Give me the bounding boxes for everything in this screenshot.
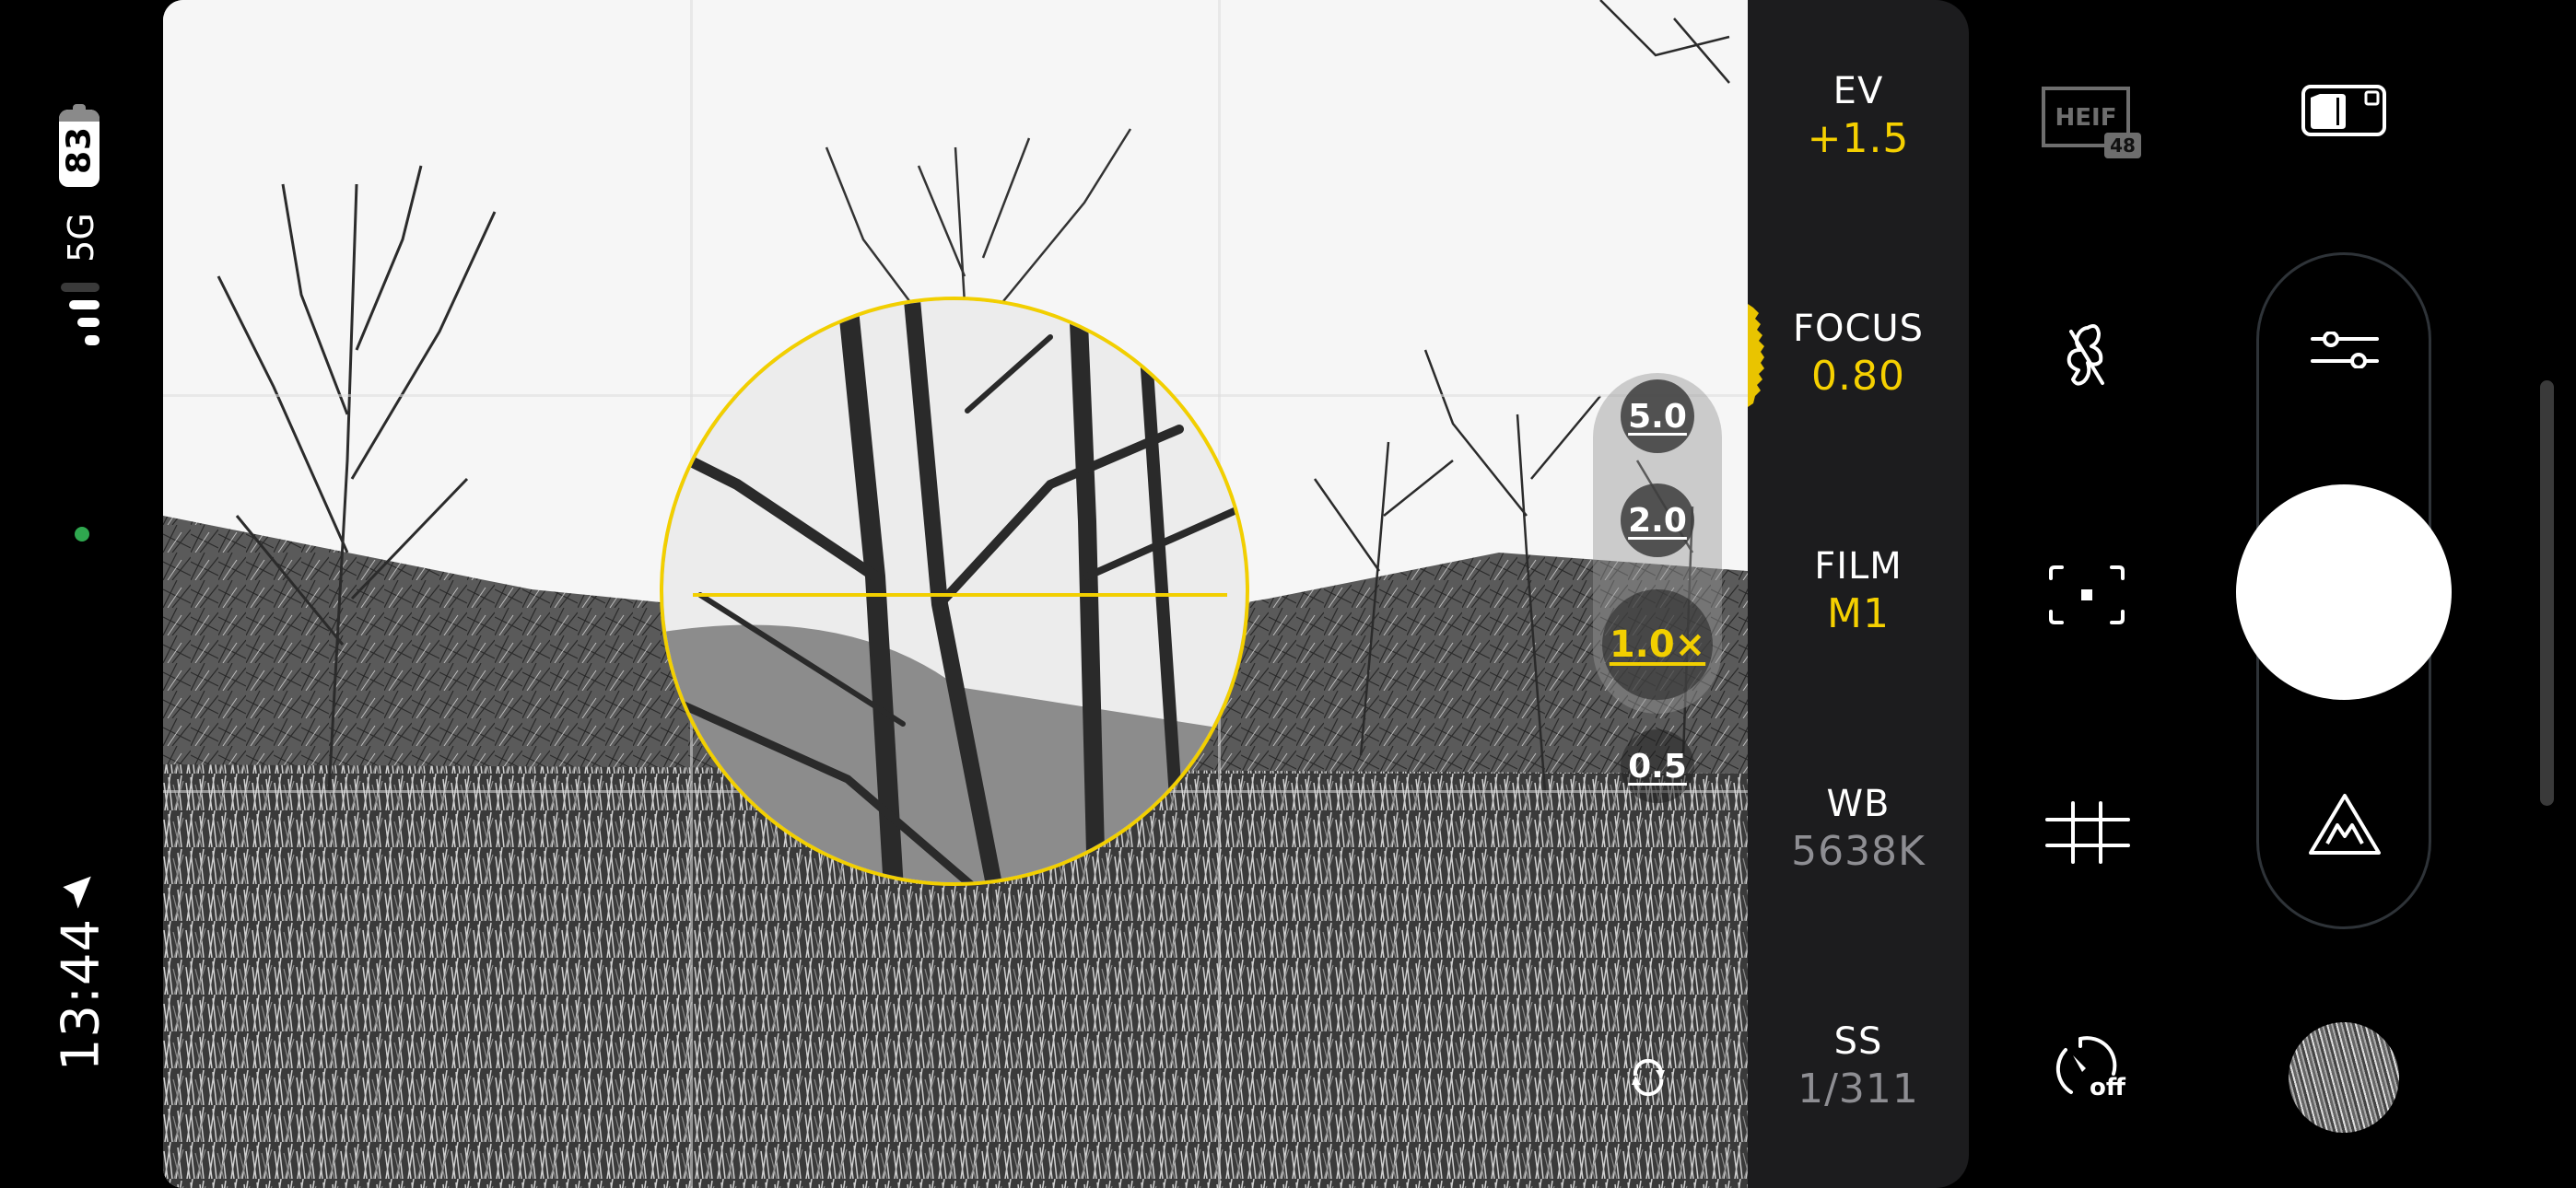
- last-photo-thumbnail[interactable]: [2289, 1022, 2399, 1133]
- sliders-icon[interactable]: [2311, 332, 2379, 368]
- zoom-5x-button[interactable]: 5.0: [1621, 379, 1694, 453]
- ss-label: SS: [1833, 1020, 1883, 1063]
- viewfinder[interactable]: 5.0 2.0 1.0× 0.5: [163, 0, 1748, 1188]
- signal-bars-icon: [61, 283, 100, 345]
- network-type: 5G: [61, 213, 101, 262]
- film-control[interactable]: FILM M1: [1748, 543, 1969, 639]
- grid-icon[interactable]: [2045, 801, 2130, 864]
- battery-percent: 83: [60, 125, 99, 174]
- focus-control[interactable]: FOCUS 0.80: [1748, 306, 1969, 402]
- flash-off-icon[interactable]: [2060, 320, 2115, 389]
- ss-control[interactable]: SS 1/311: [1748, 1019, 1969, 1114]
- wb-control[interactable]: WB 5638K: [1748, 781, 1969, 877]
- zoom-0.5x-button[interactable]: 0.5: [1621, 729, 1694, 803]
- rotate-camera-icon[interactable]: [1628, 1057, 1669, 1098]
- ev-control[interactable]: EV +1.5: [1748, 68, 1969, 164]
- heif-resolution: 48: [2110, 134, 2136, 157]
- focus-dial-handle[interactable]: [1748, 304, 1766, 407]
- shutter-button[interactable]: [2236, 484, 2452, 700]
- camera-in-use-dot: [75, 527, 89, 542]
- heif-label: HEIF: [2055, 104, 2117, 132]
- manual-mountain-mode-icon[interactable]: [2307, 792, 2383, 856]
- film-value: M1: [1827, 590, 1890, 637]
- timer-state: off: [2090, 1074, 2125, 1101]
- location-arrow-icon: [63, 876, 91, 909]
- manual-controls-panel: EV +1.5 FOCUS 0.80 FILM M1 WB 5638K SS 1…: [1748, 0, 1969, 1188]
- ev-value: +1.5: [1807, 115, 1910, 162]
- zoom-1x-button[interactable]: 1.0×: [1602, 589, 1713, 700]
- ev-label: EV: [1832, 70, 1884, 112]
- focus-value: 0.80: [1811, 353, 1905, 400]
- clock: 13:44: [51, 917, 111, 1072]
- zoom-2x-button[interactable]: 2.0: [1621, 483, 1694, 557]
- focus-label: FOCUS: [1792, 308, 1925, 350]
- loupe-level-line: [693, 593, 1227, 597]
- wb-label: WB: [1826, 783, 1891, 825]
- status-bar: 83 5G 13:44: [0, 0, 163, 1188]
- film-label: FILM: [1814, 545, 1903, 588]
- heif-format-icon[interactable]: HEIF 48: [2042, 87, 2143, 160]
- sd-card-storage-icon[interactable]: [2301, 85, 2386, 136]
- battery-icon: 83: [59, 104, 100, 187]
- timer-button[interactable]: off: [2047, 1033, 2132, 1107]
- focus-loupe[interactable]: [660, 297, 1249, 886]
- focus-area-icon[interactable]: [2047, 564, 2126, 626]
- scroll-indicator[interactable]: [2540, 380, 2554, 806]
- wb-value: 5638K: [1791, 828, 1926, 875]
- ss-value: 1/311: [1797, 1066, 1919, 1112]
